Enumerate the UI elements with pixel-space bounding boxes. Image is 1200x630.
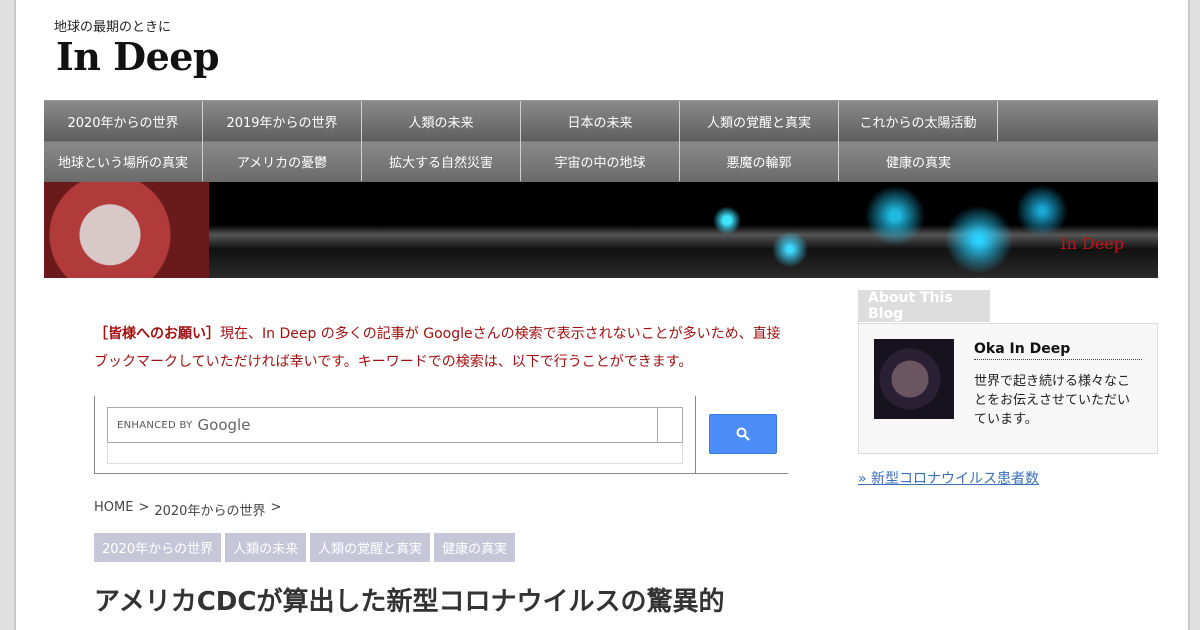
about-title: About This Blog — [858, 290, 990, 322]
category-tags: 2020年からの世界 人類の未来 人類の覚醒と真実 健康の真実 — [94, 533, 516, 562]
author-name: Oka In Deep — [974, 341, 1142, 360]
breadcrumb-category[interactable]: 2020年からの世界 — [154, 500, 265, 519]
nav-row-1: 2020年からの世界 2019年からの世界 人類の未来 日本の未来 人類の覚醒と… — [44, 101, 998, 141]
tag[interactable]: 健康の真実 — [434, 533, 516, 562]
page: 地球の最期のときに In Deep 2020年からの世界 2019年からの世界 … — [14, 0, 1190, 630]
breadcrumb-separator: > — [270, 500, 282, 515]
nav-item[interactable]: 宇宙の中の地球 — [521, 141, 680, 181]
tag[interactable]: 人類の未来 — [225, 533, 307, 562]
nav-item[interactable]: 2020年からの世界 — [44, 101, 203, 141]
breadcrumb-separator: > — [138, 500, 150, 515]
about-box: Oka In Deep 世界で起き続ける様々なことをお伝えさせていただいています… — [858, 323, 1158, 454]
banner-art-left — [44, 182, 209, 278]
search-suggest-area — [107, 444, 683, 464]
banner-brand: In Deep — [1060, 234, 1124, 253]
avatar — [874, 339, 954, 419]
tag[interactable]: 人類の覚醒と真実 — [310, 533, 431, 562]
banner-art-right — [664, 182, 1084, 278]
search-clear-area[interactable] — [657, 407, 684, 443]
about-description: 世界で起き続ける様々なことをお伝えさせていただいています。 — [974, 374, 1131, 427]
header-banner: In Deep — [44, 182, 1158, 278]
nav-item[interactable]: 人類の覚醒と真実 — [680, 101, 839, 141]
breadcrumb: HOME > 2020年からの世界 > — [94, 500, 281, 519]
nav-item[interactable]: 2019年からの世界 — [203, 101, 362, 141]
site-tagline: 地球の最期のときに — [54, 20, 172, 35]
main-nav: 2020年からの世界 2019年からの世界 人類の未来 日本の未来 人類の覚醒と… — [44, 100, 1158, 182]
search-input[interactable]: ENHANCED BY Google — [107, 407, 683, 443]
site-logo[interactable]: In Deep — [56, 34, 220, 79]
search-button[interactable] — [709, 414, 777, 454]
breadcrumb-home[interactable]: HOME — [94, 500, 133, 519]
sidebar-link-corona[interactable]: » 新型コロナウイルス患者数 — [858, 468, 1039, 488]
nav-item[interactable]: 拡大する自然災害 — [362, 141, 521, 181]
nav-item[interactable]: 人類の未来 — [362, 101, 521, 141]
nav-item[interactable]: 悪魔の輪郭 — [680, 141, 839, 181]
nav-item[interactable]: これからの太陽活動 — [839, 101, 998, 141]
nav-item[interactable]: 健康の真実 — [839, 141, 998, 181]
search-icon — [736, 427, 750, 441]
tag[interactable]: 2020年からの世界 — [94, 533, 222, 562]
search-google-label: Google — [197, 416, 251, 434]
search-widget: ENHANCED BY Google — [94, 396, 788, 474]
nav-item[interactable]: アメリカの憂鬱 — [203, 141, 362, 181]
nav-row-2: 地球という場所の真実 アメリカの憂鬱 拡大する自然災害 宇宙の中の地球 悪魔の輪… — [44, 141, 998, 181]
notice-lead: ［皆様へのお願い］ — [94, 326, 220, 342]
search-enhanced-label: ENHANCED BY — [117, 419, 193, 431]
article-title: アメリカCDCが算出した新型コロナウイルスの驚異的 — [94, 587, 725, 617]
nav-item[interactable]: 日本の未来 — [521, 101, 680, 141]
search-divider — [695, 396, 696, 474]
nav-item[interactable]: 地球という場所の真実 — [44, 141, 203, 181]
notice-text: ［皆様へのお願い］現在、In Deep の多くの記事が Googleさんの検索で… — [94, 320, 794, 376]
